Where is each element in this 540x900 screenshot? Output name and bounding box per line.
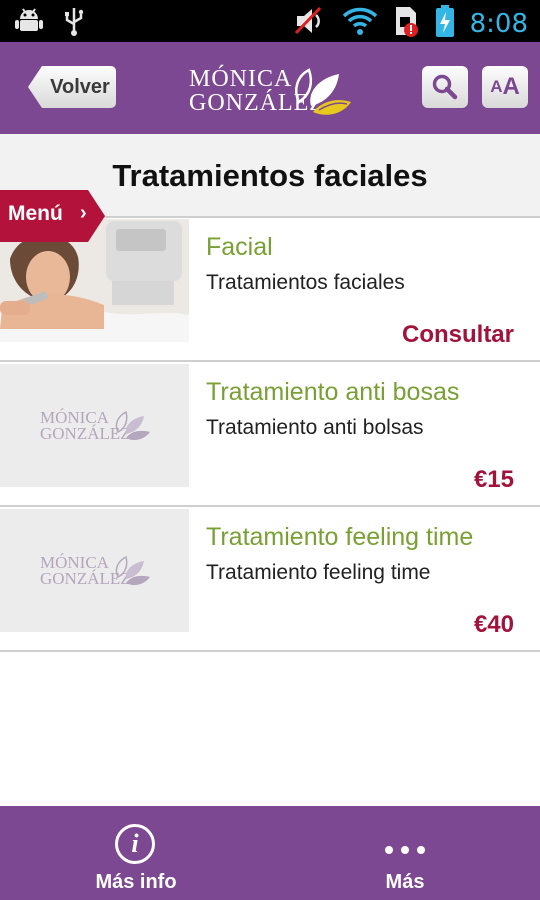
logo-leaf-icon [115,410,150,440]
status-time: 8:08 [469,8,528,39]
chevron-right-icon: › [80,202,87,224]
font-size-small-label: A [490,77,503,96]
more-button[interactable]: Más [305,806,505,900]
item-price: €40 [473,611,514,638]
mute-icon [294,5,328,42]
item-placeholder-image: MÓNICA GONZÁLEZ [0,364,189,487]
brand-logo: MÓNICA GONZÁLEZ [185,62,355,122]
more-label: Más [385,871,425,893]
search-button[interactable] [422,66,468,108]
item-price: €15 [473,466,514,493]
menu-tab-button[interactable]: Menú › [0,190,105,242]
logo-text-line1: MÓNICA [189,66,293,92]
android-debug-icon [14,6,44,41]
wifi-icon [342,6,378,41]
search-icon [432,74,458,100]
status-bar: 8:08 [0,0,540,42]
item-name: Tratamiento feeling time [206,523,474,551]
item-description: Tratamientos faciales [206,271,405,294]
item-name: Facial [206,233,273,261]
battery-icon [434,4,456,43]
back-button[interactable]: Volver [28,66,116,108]
font-size-large-label: A [502,73,520,100]
app-header: Volver MÓNICA GONZÁLEZ AA [0,42,540,134]
logo-leaf-icon [115,555,150,585]
info-icon: i [115,824,155,864]
more-dots-icon [385,846,425,854]
item-price: Consultar [401,321,514,348]
list-item[interactable]: MÓNICA GONZÁLEZ Tratamiento anti bosas T… [0,362,540,507]
item-placeholder-image: MÓNICA GONZÁLEZ [0,509,189,632]
more-info-button[interactable]: i Más info [36,806,236,900]
page-title: Tratamientos faciales [112,158,428,193]
logo-leaf-icon [295,68,351,115]
more-info-label: Más info [95,871,177,893]
sim-alert-icon [392,5,420,42]
item-description: Tratamiento feeling time [206,561,431,584]
usb-icon [62,6,86,41]
menu-tab-label: Menú [8,202,63,225]
bottom-nav: i Más info Más [0,806,540,900]
back-button-label: Volver [50,75,110,98]
item-description: Tratamiento anti bolsas [206,416,424,439]
placeholder-logo: MÓNICA GONZÁLEZ [40,553,155,593]
placeholder-logo: MÓNICA GONZÁLEZ [40,408,155,448]
item-name: Tratamiento anti bosas [206,378,460,406]
font-size-button[interactable]: AA [482,66,528,108]
list-item[interactable]: MÓNICA GONZÁLEZ Tratamiento feeling time… [0,507,540,652]
